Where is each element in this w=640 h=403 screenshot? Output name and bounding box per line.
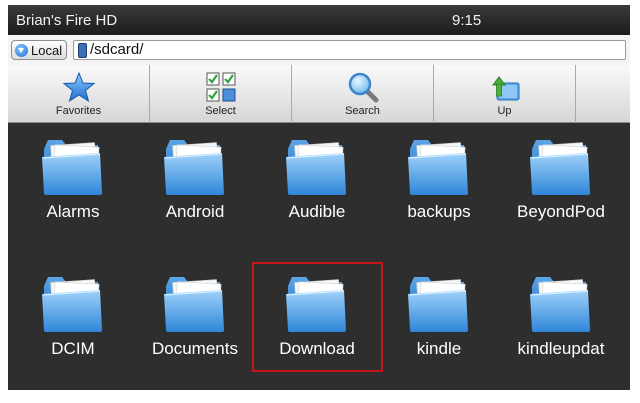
- select-button[interactable]: Select: [150, 65, 292, 123]
- folder-icon: [406, 272, 472, 334]
- search-button[interactable]: Search: [292, 65, 434, 123]
- favorites-label: Favorites: [55, 105, 102, 117]
- folder-label: Android: [165, 202, 225, 221]
- folder-item-audible[interactable]: Audible: [256, 135, 378, 255]
- folder-label: DCIM: [51, 339, 95, 358]
- folder-item-kindleupdat[interactable]: kindleupdat: [500, 272, 622, 390]
- path-field[interactable]: /sdcard/: [73, 40, 626, 60]
- up-folder-icon: [492, 76, 520, 101]
- folder-label: kindleupdat: [517, 339, 605, 358]
- highlight-box-download: [252, 262, 383, 372]
- device-name: Brian's Fire HD: [16, 12, 118, 29]
- device-screen: Brian's Fire HD 9:15 Local /sdcard/ Favo…: [8, 5, 630, 390]
- status-bar: Brian's Fire HD 9:15: [8, 5, 630, 35]
- folder-icon: [40, 272, 106, 334]
- local-location-button[interactable]: Local: [11, 40, 67, 60]
- toolbar: Favorites Select Search Up: [8, 65, 630, 123]
- folder-label: Alarms: [46, 202, 100, 221]
- folder-icon: [40, 135, 106, 197]
- local-location-label: Local: [31, 43, 63, 58]
- folder-label: BeyondPod: [517, 202, 605, 221]
- folder-item-backups[interactable]: backups: [378, 135, 500, 255]
- search-label: Search: [345, 105, 380, 117]
- status-clock: 9:15: [452, 12, 482, 29]
- folder-item-dcim[interactable]: DCIM: [12, 272, 134, 390]
- magnifier-icon: [348, 72, 379, 103]
- folder-label: Audible: [288, 202, 346, 221]
- folder-label: backups: [407, 202, 471, 221]
- dropdown-arrow-icon: [15, 44, 28, 57]
- select-grid-icon: [206, 72, 236, 102]
- folder-label: Documents: [152, 339, 238, 358]
- star-icon: [63, 71, 95, 103]
- folder-icon: [528, 272, 594, 334]
- address-bar: Local /sdcard/: [8, 35, 630, 66]
- folder-icon: [406, 135, 472, 197]
- folder-item-beyondpod[interactable]: BeyondPod: [500, 135, 622, 255]
- favorites-button[interactable]: Favorites: [8, 65, 150, 123]
- folder-item-android[interactable]: Android: [134, 135, 256, 255]
- folder-item-documents[interactable]: Documents: [134, 272, 256, 390]
- device-storage-icon: [78, 43, 87, 58]
- select-label: Select: [205, 105, 236, 117]
- current-path: /sdcard/: [90, 41, 144, 58]
- folder-label: kindle: [416, 339, 462, 358]
- folder-icon: [162, 135, 228, 197]
- folder-item-kindle[interactable]: kindle: [378, 272, 500, 390]
- folder-icon: [162, 272, 228, 334]
- up-label: Up: [497, 105, 512, 117]
- folder-icon: [528, 135, 594, 197]
- toolbar-overflow-slot: [576, 65, 630, 123]
- folder-item-alarms[interactable]: Alarms: [12, 135, 134, 255]
- up-button[interactable]: Up: [434, 65, 576, 123]
- folder-icon: [284, 135, 350, 197]
